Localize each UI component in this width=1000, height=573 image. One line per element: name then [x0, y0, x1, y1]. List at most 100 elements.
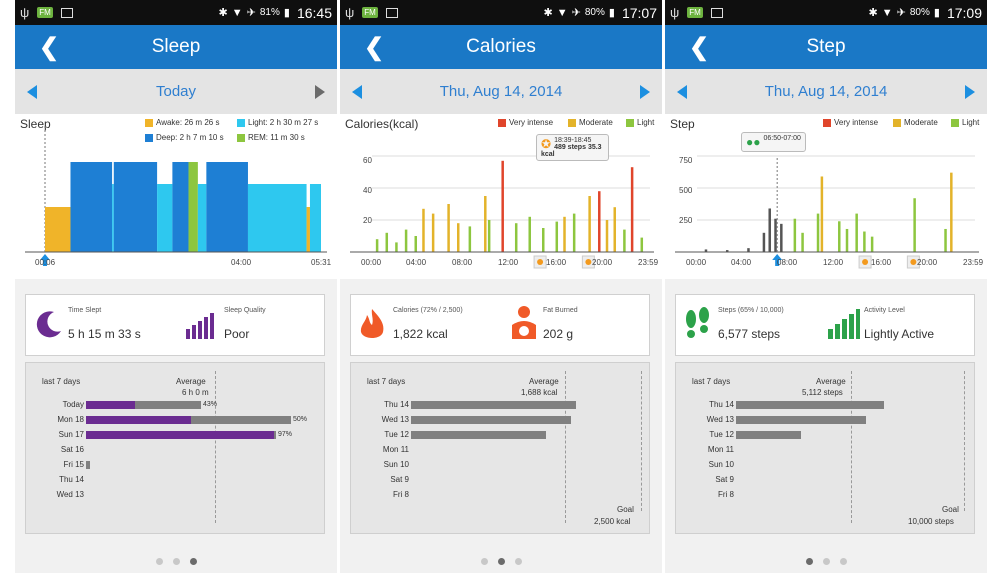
goal-line	[964, 371, 965, 511]
page-dot[interactable]	[839, 558, 847, 565]
back-icon[interactable]: ❮	[689, 33, 709, 62]
sleep-stage-bars	[25, 126, 327, 266]
page-dot-active[interactable]	[497, 558, 505, 565]
date-navigator: Today	[15, 69, 337, 114]
page-dot[interactable]	[822, 558, 830, 565]
page-dot-active[interactable]	[189, 558, 197, 565]
steps-bars	[675, 155, 979, 269]
back-icon[interactable]: ❮	[364, 33, 384, 62]
goal-label: Goal	[617, 505, 634, 514]
history-bar	[411, 431, 546, 439]
clock: 17:09	[946, 4, 982, 21]
activity-bar	[404, 229, 408, 252]
page-dot[interactable]	[172, 558, 180, 565]
page-title: Sleep	[151, 36, 201, 57]
moon-icon	[36, 311, 61, 338]
page-dot[interactable]	[514, 558, 522, 565]
airplane-icon: ✈	[571, 7, 581, 19]
history-period: last 7 days	[367, 377, 406, 386]
previous-day-icon[interactable]	[677, 84, 687, 99]
history-day-label: Tue 12	[709, 430, 734, 439]
history-period: last 7 days	[42, 377, 81, 386]
wifi-icon: ▼	[231, 6, 243, 19]
page-dot-active[interactable]	[805, 558, 813, 565]
date-label[interactable]: Thu, Aug 14, 2014	[765, 83, 888, 100]
sleep-screen: ψ FM ✱ ▼ ✈ 81% ▮ 16:45 ❮ Sleep Today Sle…	[15, 0, 337, 573]
activity-bar	[747, 248, 750, 252]
activity-bar	[588, 196, 591, 252]
history-day-label: Fri 8	[393, 490, 409, 499]
activity-bar	[640, 237, 644, 252]
sleep-stage-bar-deep	[113, 162, 158, 252]
history-day-label: Fri 15	[63, 460, 84, 469]
runner-icon: ✪	[541, 137, 552, 151]
average-value: 5,112 steps	[802, 388, 843, 397]
history-day-label: Today	[62, 400, 84, 409]
date-label[interactable]: Today	[156, 83, 196, 100]
x-tick: 08:00	[452, 258, 473, 267]
activity-bar	[780, 223, 783, 252]
average-line	[215, 371, 216, 523]
next-day-icon[interactable]	[964, 84, 975, 99]
wifi-icon: ▼	[881, 6, 893, 19]
activity-bar	[801, 232, 804, 252]
history-bar	[86, 431, 274, 439]
activity-bar	[528, 216, 531, 252]
y-tick: 60	[363, 156, 372, 165]
back-icon[interactable]: ❮	[39, 33, 59, 62]
history-bar	[736, 431, 801, 439]
image-icon	[60, 7, 73, 18]
next-day-icon[interactable]	[639, 84, 650, 99]
average-value: 6 h 0 m	[182, 388, 209, 397]
history-day-label: Mon 11	[707, 445, 734, 454]
activity-bar	[468, 226, 472, 252]
activity-bar	[395, 242, 398, 252]
clock: 17:07	[621, 4, 657, 21]
activity-bar	[623, 229, 626, 252]
runner-icon	[910, 259, 917, 265]
x-tick: 08:00	[777, 258, 798, 267]
activity-bar	[838, 221, 841, 252]
average-line	[851, 371, 852, 523]
activity-bar	[514, 223, 518, 252]
activity-bar	[944, 228, 947, 252]
x-tick: 04:00	[406, 258, 427, 267]
date-label[interactable]: Thu, Aug 14, 2014	[440, 83, 563, 100]
battery-icon: ▮	[608, 7, 615, 19]
fat-burn-icon	[512, 306, 536, 339]
bluetooth-icon: ✱	[868, 7, 878, 19]
sleep-stage-bar-light	[157, 184, 173, 252]
activity-bar	[630, 167, 634, 252]
time-slept: Time Slept 5 h 15 m 33 s	[26, 295, 176, 355]
history-day-label: Sat 9	[390, 475, 409, 484]
next-day-icon[interactable]	[315, 84, 325, 99]
sleep-stage-bar-light	[197, 184, 207, 252]
runner-icon	[862, 259, 869, 265]
x-tick: 16:00	[546, 258, 567, 267]
status-bar: ψ FM ✱ ▼ ✈ 81% ▮ 16:45	[15, 0, 337, 25]
page-dot[interactable]	[155, 558, 163, 565]
usb-icon: ψ	[670, 5, 680, 20]
battery-percent: 80%	[909, 7, 930, 18]
history-bar	[736, 401, 884, 409]
x-tick: 00:00	[361, 258, 382, 267]
activity-callout[interactable]: ●● 06:50-07:00	[741, 132, 806, 152]
activity-level-value: Lightly Active	[864, 327, 935, 341]
activity-bar	[422, 208, 425, 252]
history-bar	[411, 401, 576, 409]
calories-chart: Calories(kcal) Very intense Moderate Lig…	[340, 114, 662, 279]
app-bar: ❮ Sleep	[15, 25, 337, 69]
history-day-label: Wed 13	[56, 490, 84, 499]
activity-callout[interactable]: ✪ 18:39-18:45 489 steps 35.3 kcal	[536, 134, 610, 161]
sleep-stage-bar-deep	[70, 162, 113, 252]
previous-day-icon[interactable]	[352, 84, 362, 99]
activity-bar	[414, 236, 418, 252]
history-day-label: Sun 17	[58, 430, 84, 439]
history-day-label: Wed 13	[706, 415, 734, 424]
page-indicator	[665, 558, 987, 565]
average-label: Average	[529, 377, 559, 386]
page-dot[interactable]	[480, 558, 488, 565]
previous-day-icon[interactable]	[27, 84, 37, 99]
flame-icon	[360, 309, 384, 338]
average-label: Average	[176, 377, 206, 386]
